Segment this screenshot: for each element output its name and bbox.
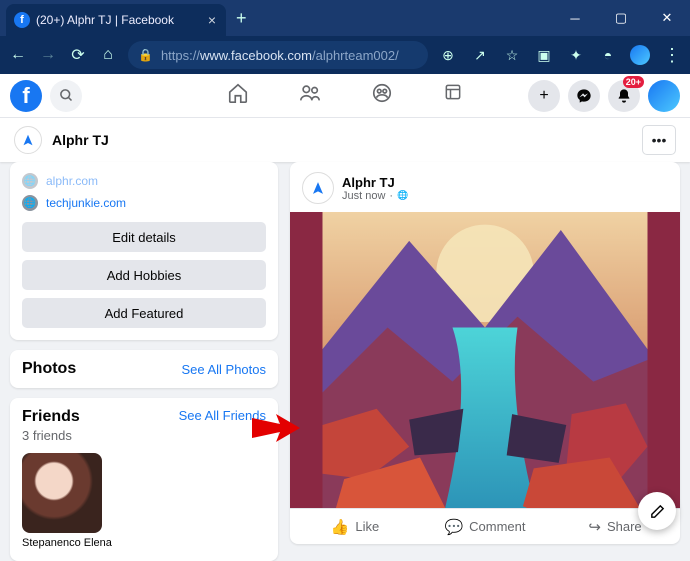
friends-card: Friends 3 friends See All Friends Stepan… xyxy=(10,398,278,561)
profile-avatar-icon[interactable] xyxy=(630,45,650,65)
browser-tab[interactable]: f (20+) Alphr TJ | Facebook × xyxy=(6,4,226,36)
edit-fab-button[interactable] xyxy=(638,492,676,530)
tab-close-icon[interactable]: × xyxy=(208,12,216,28)
account-button[interactable] xyxy=(648,80,680,112)
post-card: Alphr TJ Just now·🌐 xyxy=(290,162,680,544)
profile-name: Alphr TJ xyxy=(52,132,109,148)
friend-item[interactable]: Stepanenco Elena xyxy=(22,453,102,549)
like-button[interactable]: 👍Like xyxy=(290,509,420,544)
like-icon: 👍 xyxy=(331,518,350,536)
photos-title: Photos xyxy=(22,360,76,378)
window-close-button[interactable]: ✕ xyxy=(644,0,690,36)
comment-icon: 💬 xyxy=(444,518,463,536)
profile-more-button[interactable]: ••• xyxy=(642,125,676,155)
facebook-logo[interactable]: f xyxy=(10,80,42,112)
browser-toolbar: ← → ⟳ ⌂ 🔒 https://www.facebook.com/alphr… xyxy=(0,36,690,74)
groups-tab-icon[interactable] xyxy=(371,82,393,110)
notifications-badge: 20+ xyxy=(623,76,644,88)
see-all-photos-link[interactable]: See All Photos xyxy=(181,362,266,377)
messenger-button[interactable] xyxy=(568,80,600,112)
globe-icon: 🌐 xyxy=(22,173,38,189)
window-maximize-button[interactable]: ▢ xyxy=(598,0,644,36)
add-featured-button[interactable]: Add Featured xyxy=(22,298,266,328)
search-icon xyxy=(59,88,74,103)
globe-icon: 🌐 xyxy=(22,195,38,211)
new-tab-button[interactable]: + xyxy=(236,8,247,29)
comment-button[interactable]: 💬Comment xyxy=(420,509,550,544)
profile-content: 🌐 alphr.com 🌐 techjunkie.com Edit detail… xyxy=(0,162,690,544)
extensions-icon[interactable]: ✦ xyxy=(566,45,586,65)
nav-forward-button[interactable]: → xyxy=(38,45,58,65)
see-all-friends-link[interactable]: See All Friends xyxy=(179,408,266,423)
lock-icon: 🔒 xyxy=(138,48,153,62)
url-text: https://www.facebook.com/alphrteam002/ xyxy=(161,48,399,63)
tab-title: (20+) Alphr TJ | Facebook xyxy=(36,13,202,27)
friend-photo xyxy=(22,453,102,533)
notifications-button[interactable]: 20+ xyxy=(608,80,640,112)
reader-icon[interactable]: ▣ xyxy=(534,45,554,65)
nav-reload-button[interactable]: ⟳ xyxy=(68,45,88,65)
search-button[interactable] xyxy=(50,80,82,112)
nav-home-button[interactable]: ⌂ xyxy=(98,45,118,65)
add-hobbies-button[interactable]: Add Hobbies xyxy=(22,260,266,290)
post-author-avatar[interactable] xyxy=(302,172,334,204)
post-image[interactable] xyxy=(290,212,680,508)
home-tab-icon[interactable] xyxy=(227,82,249,110)
facebook-favicon: f xyxy=(14,12,30,28)
extension-2-icon[interactable]: ◓ xyxy=(598,45,618,65)
profile-avatar[interactable] xyxy=(14,126,42,154)
audience-public-icon: 🌐 xyxy=(397,190,408,201)
create-button[interactable]: + xyxy=(528,80,560,112)
pencil-icon xyxy=(649,503,666,520)
post-action-bar: 👍Like 💬Comment ↪Share xyxy=(290,508,680,544)
share-url-icon[interactable]: ↗ xyxy=(470,45,490,65)
bookmark-icon[interactable]: ☆ xyxy=(502,45,522,65)
post-author-name[interactable]: Alphr TJ xyxy=(342,175,408,190)
feeds-tab-icon[interactable] xyxy=(443,82,463,110)
nav-back-button[interactable]: ← xyxy=(8,45,28,65)
website-link-1[interactable]: 🌐 alphr.com xyxy=(22,170,266,192)
friends-tab-icon[interactable] xyxy=(299,82,321,110)
browser-titlebar: f (20+) Alphr TJ | Facebook × + ─ ▢ ✕ xyxy=(0,0,690,36)
window-minimize-button[interactable]: ─ xyxy=(552,0,598,36)
website-link-2[interactable]: 🌐 techjunkie.com xyxy=(22,192,266,214)
intro-card: 🌐 alphr.com 🌐 techjunkie.com Edit detail… xyxy=(10,162,278,340)
edit-details-button[interactable]: Edit details xyxy=(22,222,266,252)
browser-menu-icon[interactable]: ⋮ xyxy=(662,45,682,65)
address-bar[interactable]: 🔒 https://www.facebook.com/alphrteam002/ xyxy=(128,41,428,69)
friend-name: Stepanenco Elena xyxy=(22,537,102,549)
friends-count: 3 friends xyxy=(22,428,80,443)
friends-title: Friends xyxy=(22,408,80,426)
profile-sticky-bar: Alphr TJ ••• xyxy=(0,118,690,162)
facebook-top-nav: f + 20+ xyxy=(0,74,690,118)
post-timestamp: Just now·🌐 xyxy=(342,190,408,202)
photos-card: Photos See All Photos xyxy=(10,350,278,388)
translate-icon[interactable]: ⊕ xyxy=(438,45,458,65)
share-icon: ↪ xyxy=(588,518,601,536)
